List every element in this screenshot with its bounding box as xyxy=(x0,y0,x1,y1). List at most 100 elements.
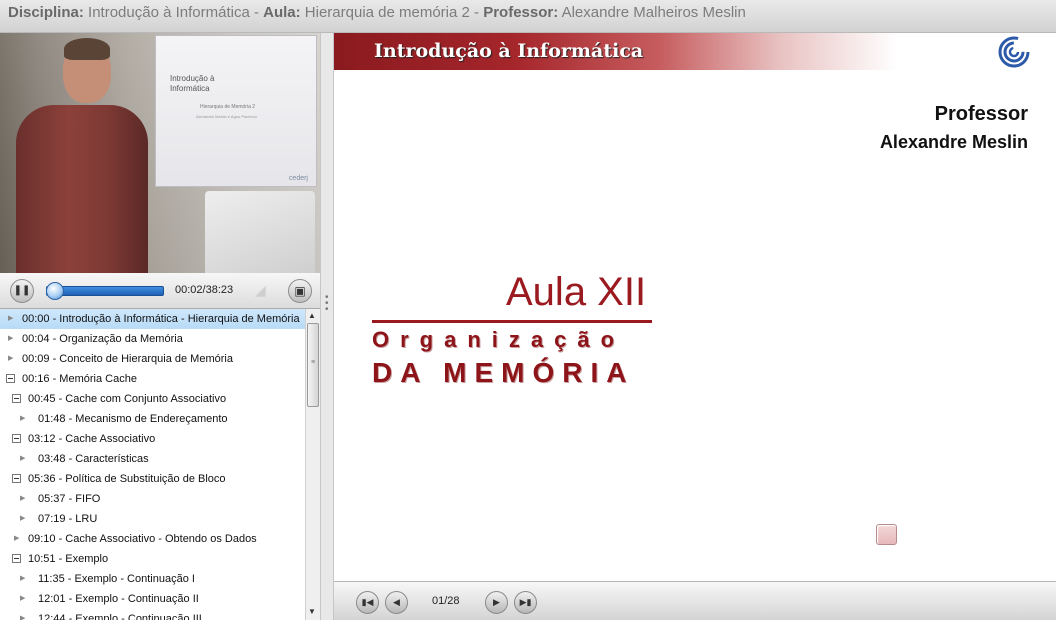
chapter-scrollbar[interactable]: ▲ ≡ ▼ xyxy=(305,309,320,620)
chapter-item[interactable]: ▶ 09:10 - Cache Associativo - Obtendo os … xyxy=(0,529,305,549)
slide-banner: Introdução à Informática xyxy=(334,33,1056,70)
next-slide-button[interactable]: ▶ xyxy=(485,591,508,614)
chapter-label: 00:00 - Introdução à Informática - Hiera… xyxy=(22,313,300,325)
collapse-icon[interactable] xyxy=(12,474,21,483)
seek-handle[interactable] xyxy=(46,282,65,300)
video-monitor xyxy=(205,191,315,273)
page-counter: 01/28 xyxy=(432,595,460,607)
screen-authors: Alexandre Meslin e Agnu Pacheco xyxy=(196,114,257,119)
chapter-item[interactable]: 00:45 - Cache com Conjunto Associativo xyxy=(0,389,305,409)
slide-professor-name: Alexandre Meslin xyxy=(879,132,1028,152)
chapter-label: 01:48 - Mecanismo de Endereçamento xyxy=(38,413,228,425)
cederj-logo-icon xyxy=(998,36,1030,68)
chapter-item[interactable]: ▶ 01:48 - Mecanismo de Endereçamento xyxy=(0,409,305,429)
slide-banner-title: Introdução à Informática xyxy=(374,40,644,62)
chapter-item[interactable]: ▶ 12:44 - Exemplo - Continuação III xyxy=(0,609,305,620)
fullscreen-icon: ▣ xyxy=(294,284,306,298)
chapter-label: 03:48 - Características xyxy=(38,453,149,465)
last-slide-button[interactable]: ▶▮ xyxy=(514,591,537,614)
disciplina-label: Disciplina: xyxy=(8,4,84,21)
chapter-item[interactable]: ▶ 11:35 - Exemplo - Continuação I xyxy=(0,569,305,589)
collapse-icon[interactable] xyxy=(12,554,21,563)
chapter-item[interactable]: 10:51 - Exemplo xyxy=(0,549,305,569)
screen-logo: cederj xyxy=(288,175,308,182)
chapter-item[interactable]: ▶ 05:37 - FIFO xyxy=(0,489,305,509)
chapter-item[interactable]: ▶ 12:01 - Exemplo - Continuação II xyxy=(0,589,305,609)
chapter-bullet-icon: ▶ xyxy=(20,495,26,502)
chapter-bullet-icon: ▶ xyxy=(8,315,14,322)
chapter-item[interactable]: ▶ 00:09 - Conceito de Hierarquia de Memór… xyxy=(0,349,305,369)
aula-label: Aula: xyxy=(263,4,301,21)
scroll-down-icon[interactable]: ▼ xyxy=(308,607,316,616)
chapter-label: 03:12 - Cache Associativo xyxy=(28,433,156,445)
professor-value: Alexandre Malheiros Meslin xyxy=(558,4,746,21)
video-presenter-hair xyxy=(64,38,110,60)
chapter-bullet-icon: ▶ xyxy=(20,575,26,582)
panel-splitter[interactable]: • • • xyxy=(320,33,334,620)
chapter-label: 00:04 - Organização da Memória xyxy=(22,333,183,345)
slide-professor-block: Professor Alexandre Meslin xyxy=(880,103,1028,153)
slide-divider xyxy=(372,320,652,323)
chapter-label: 09:10 - Cache Associativo - Obtendo os D… xyxy=(28,533,257,545)
volume-icon[interactable]: ◢ xyxy=(255,282,266,299)
video-player[interactable]: Introdução à Informática Hierarquia de M… xyxy=(0,33,320,273)
chapter-item[interactable]: 05:36 - Política de Substituição de Bloc… xyxy=(0,469,305,489)
skip-back-icon: ▮◀ xyxy=(361,597,374,607)
scroll-up-icon[interactable]: ▲ xyxy=(308,311,316,320)
screen-title: Introdução à Informática xyxy=(170,74,215,93)
first-slide-button[interactable]: ▮◀ xyxy=(356,591,379,614)
chapter-label: 10:51 - Exemplo xyxy=(28,553,109,565)
pause-button[interactable]: ❚❚ xyxy=(10,279,34,303)
slide-professor-label: Professor xyxy=(934,103,1028,125)
chapter-bullet-icon: ▶ xyxy=(20,515,26,522)
chapter-item[interactable]: ▶ 07:19 - LRU xyxy=(0,509,305,529)
chapter-label: 12:01 - Exemplo - Continuação II xyxy=(38,593,199,605)
chapter-label: 00:16 - Memória Cache xyxy=(22,373,137,385)
lesson-header: Disciplina: Introdução à Informática - A… xyxy=(0,0,1056,33)
collapse-icon[interactable] xyxy=(12,394,21,403)
previous-slide-button[interactable]: ◀ xyxy=(385,591,408,614)
chapter-bullet-icon: ▶ xyxy=(14,535,20,542)
skip-forward-icon: ▶▮ xyxy=(519,597,532,607)
slide-view: Introdução à Informática Professor Alexa… xyxy=(334,33,1056,581)
aula-value: Hierarquia de memória 2 - xyxy=(300,4,484,21)
chapter-bullet-icon: ▶ xyxy=(8,335,14,342)
collapse-icon[interactable] xyxy=(6,374,15,383)
chapter-label: 05:37 - FIFO xyxy=(38,493,101,505)
player-controls: ❚❚ 00:02/38:23 ◢ ▣ xyxy=(0,273,320,309)
pause-icon: ❚❚ xyxy=(13,285,31,296)
grip-icon: • • • xyxy=(325,292,329,315)
fullscreen-button[interactable]: ▣ xyxy=(288,279,312,303)
slide-aula-number: Aula XII xyxy=(506,270,647,314)
slide-next-button[interactable] xyxy=(876,524,897,545)
video-presenter-body xyxy=(16,105,148,273)
chapter-bullet-icon: ▶ xyxy=(20,455,26,462)
chapter-bullet-icon: ▶ xyxy=(20,415,26,422)
chapter-label: 12:44 - Exemplo - Continuação III xyxy=(38,613,202,620)
chapter-item[interactable]: 00:16 - Memória Cache xyxy=(0,369,305,389)
chapter-bullet-icon: ▶ xyxy=(20,615,26,620)
collapse-icon[interactable] xyxy=(12,434,21,443)
chapter-item[interactable]: ▶ 00:00 - Introdução à Informática - Hier… xyxy=(0,309,305,329)
prev-icon: ◀ xyxy=(393,597,400,607)
chapter-item[interactable]: 03:12 - Cache Associativo xyxy=(0,429,305,449)
slide-navigation: ▮◀ ◀ 01/28 ▶ ▶▮ xyxy=(334,581,1056,620)
chapter-bullet-icon: ▶ xyxy=(8,355,14,362)
chapter-list: ▶ 00:00 - Introdução à Informática - Hier… xyxy=(0,309,305,620)
chapter-label: 00:45 - Cache com Conjunto Associativo xyxy=(28,393,227,405)
slide-title-memoria: DA MEMÓRIA xyxy=(372,357,635,388)
video-projection-screen: Introdução à Informática Hierarquia de M… xyxy=(155,35,317,187)
chapter-bullet-icon: ▶ xyxy=(20,595,26,602)
professor-label: Professor: xyxy=(483,4,559,21)
time-display: 00:02/38:23 xyxy=(175,284,234,296)
chapter-item[interactable]: ▶ 00:04 - Organização da Memória xyxy=(0,329,305,349)
disciplina-value: Introdução à Informática - xyxy=(83,4,264,21)
chapter-item[interactable]: ▶ 03:48 - Características xyxy=(0,449,305,469)
next-icon: ▶ xyxy=(493,597,500,607)
scroll-thumb[interactable]: ≡ xyxy=(307,323,319,407)
screen-subtitle: Hierarquia de Memória 2 xyxy=(200,104,256,110)
slide-title-organizacao: Organização xyxy=(372,327,626,352)
chapter-label: 07:19 - LRU xyxy=(38,513,98,525)
chapter-label: 00:09 - Conceito de Hierarquia de Memóri… xyxy=(22,353,233,365)
chapter-label: 05:36 - Política de Substituição de Bloc… xyxy=(28,473,226,485)
